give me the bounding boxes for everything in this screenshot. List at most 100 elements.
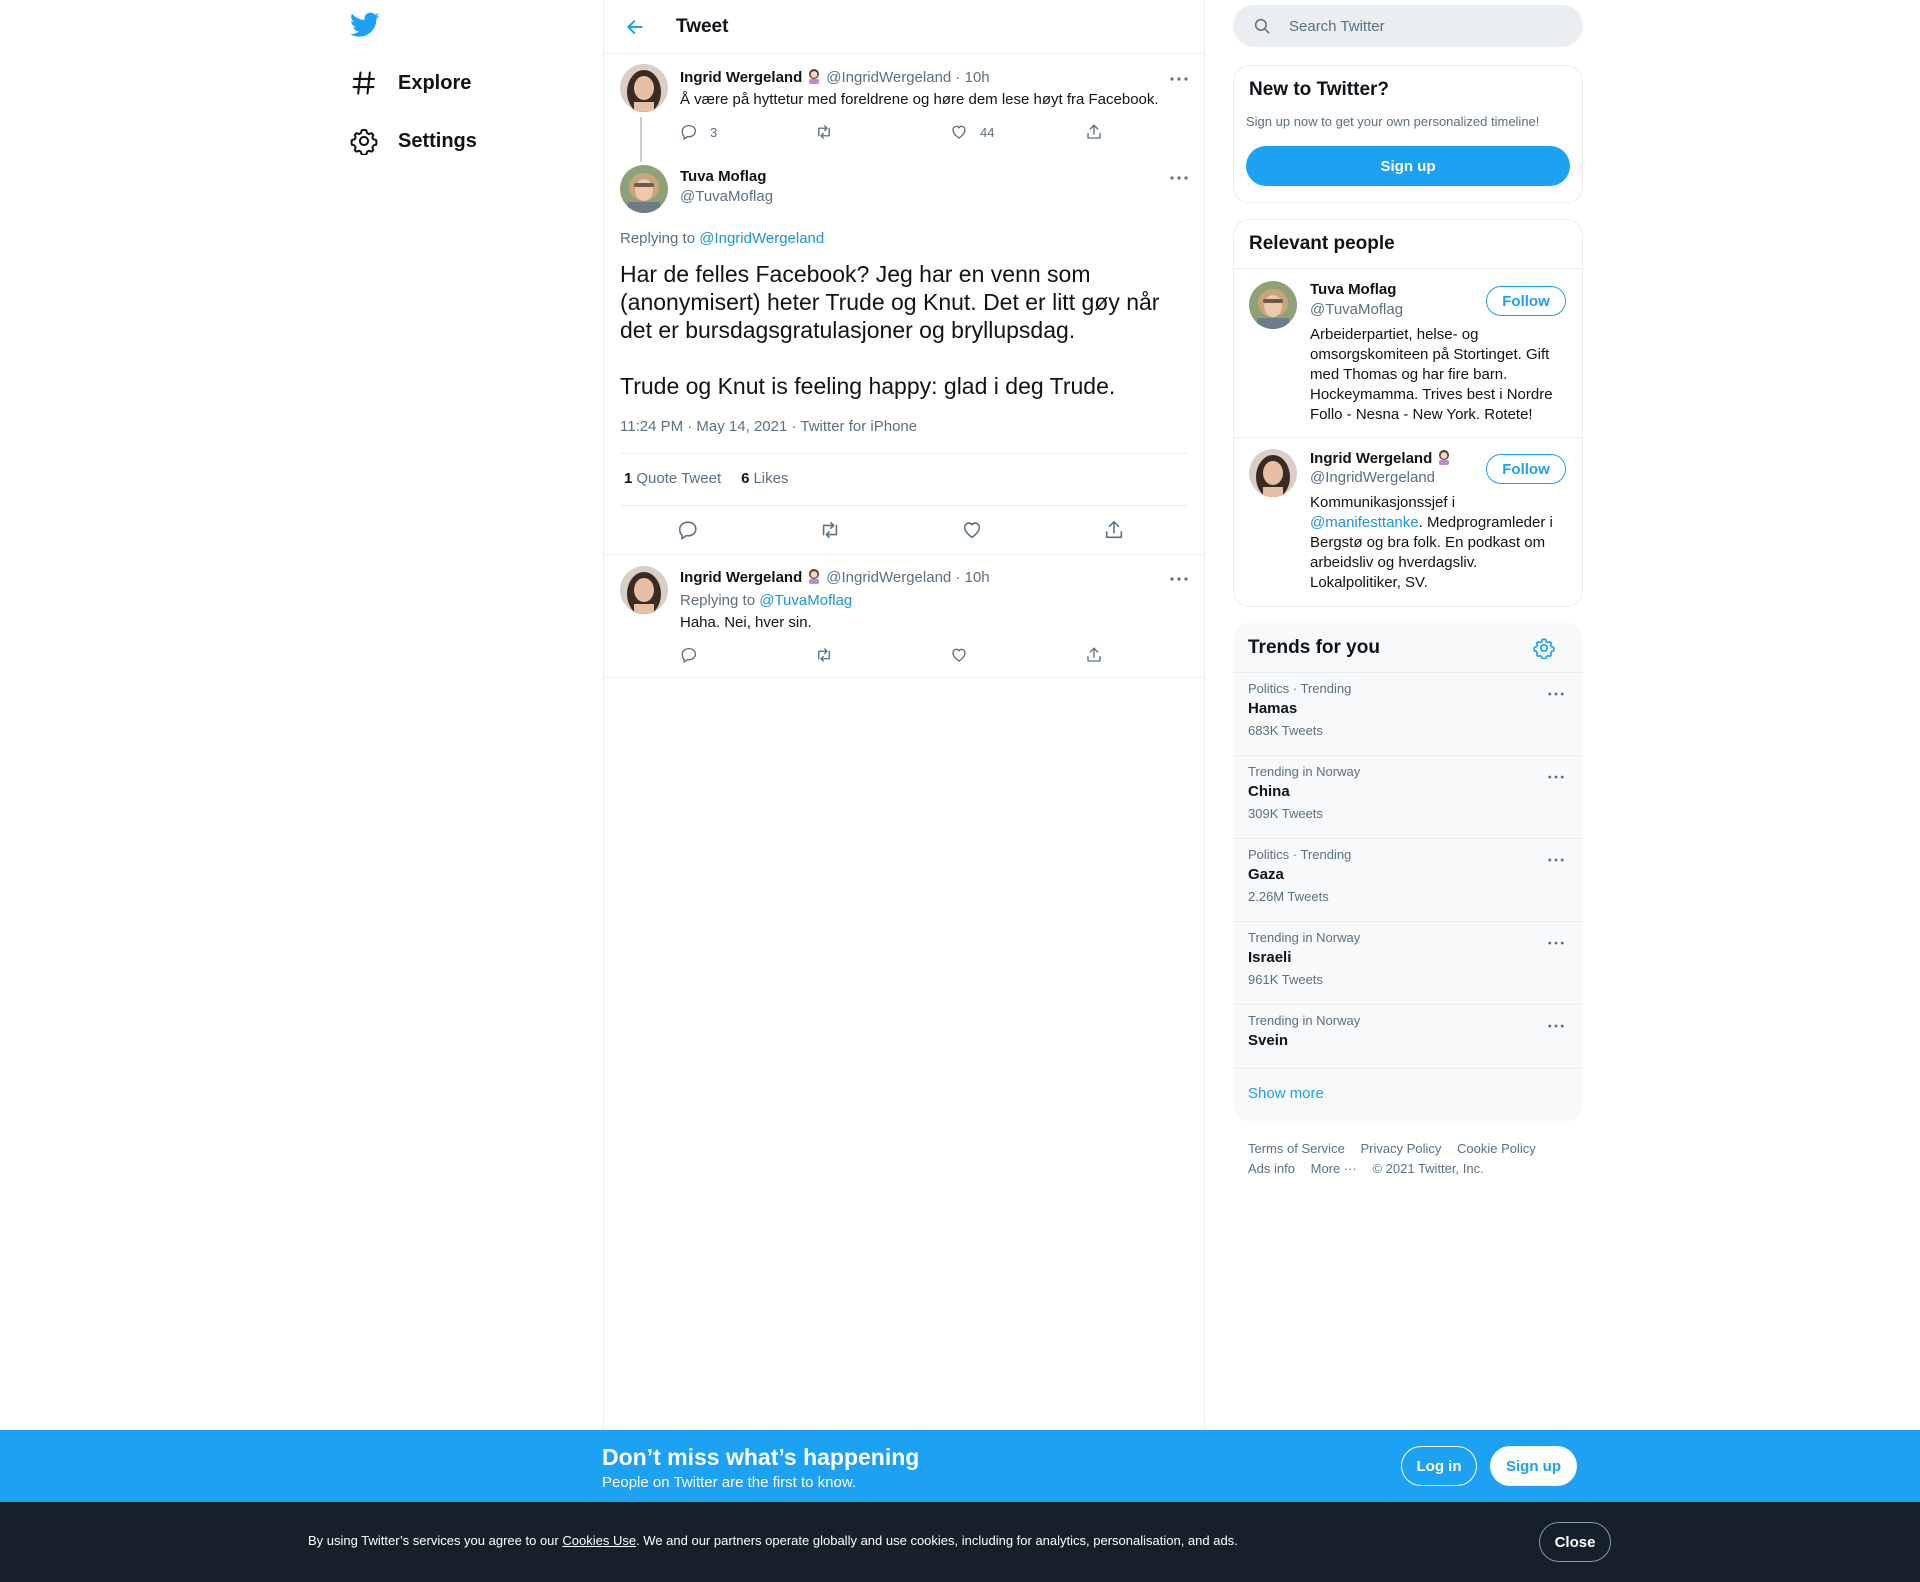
person-handle[interactable]: @TuvaMoflag [1310, 301, 1403, 318]
new-to-twitter-card: New to Twitter? Sign up now to get your … [1233, 65, 1583, 203]
share-button[interactable] [1085, 646, 1115, 664]
card-title: New to Twitter? [1249, 79, 1390, 100]
trend-more-button[interactable] [1543, 1017, 1569, 1035]
more-options-button[interactable] [1166, 70, 1192, 88]
retweet-button[interactable] [819, 519, 841, 541]
reply-icon [678, 521, 697, 540]
login-button[interactable]: Log in [1401, 1446, 1477, 1486]
trend-item[interactable]: Politics · Trending Hamas 683K Tweets [1233, 673, 1583, 756]
like-button[interactable] [961, 519, 983, 541]
trend-item[interactable]: Politics · Trending Gaza 2.26M Tweets [1233, 839, 1583, 922]
footer-link-more[interactable]: More ··· [1311, 1161, 1357, 1176]
trends-settings-button[interactable] [1533, 637, 1555, 659]
retweet-button[interactable] [815, 646, 845, 664]
person-card[interactable]: Ingrid Wergeland @IngridWergeland Follow… [1234, 438, 1582, 606]
divider [620, 505, 1188, 506]
footer-link-cookie[interactable]: Cookie Policy [1457, 1141, 1536, 1156]
tweet-time[interactable]: · 10h [955, 569, 989, 586]
footer-link-terms[interactable]: Terms of Service [1248, 1141, 1345, 1156]
author-name[interactable]: Ingrid Wergeland [680, 69, 802, 86]
share-button[interactable] [1085, 123, 1115, 141]
tweet-timestamp[interactable]: 11:24 PM · May 14, 2021 · Twitter for iP… [620, 418, 917, 435]
reply-button[interactable]: 3 [680, 123, 717, 141]
cookies-use-link[interactable]: Cookies Use [562, 1533, 636, 1548]
person-name[interactable]: Ingrid Wergeland [1310, 450, 1432, 467]
bio-mention-link[interactable]: @manifesttanke [1310, 514, 1419, 531]
search-input[interactable] [1287, 16, 1551, 36]
avatar-ingrid[interactable] [620, 64, 668, 112]
trend-item[interactable]: Trending in Norway China 309K Tweets [1233, 756, 1583, 839]
footer-link-ads[interactable]: Ads info [1248, 1161, 1295, 1176]
retweet-icon [818, 648, 830, 662]
search-box[interactable] [1233, 5, 1583, 47]
nav-label-settings: Settings [398, 129, 477, 152]
avatar-ingrid[interactable] [1249, 449, 1297, 497]
likes-link[interactable]: 6 Likes [741, 470, 788, 487]
retweet-button[interactable] [815, 123, 845, 141]
parent-tweet[interactable]: Ingrid Wergeland @IngridWergeland · 10h Å… [604, 54, 1204, 164]
sidebar-signup-button[interactable]: Sign up [1246, 146, 1570, 186]
like-button[interactable]: 44 [950, 123, 994, 141]
trends-card: Trends for you Politics · Trending Hamas… [1233, 623, 1583, 1121]
bio-text: Kommunikasjonssjef i [1310, 494, 1456, 511]
quote-tweets-link[interactable]: 1 Quote Tweet [624, 470, 721, 487]
more-options-button[interactable] [1166, 570, 1192, 588]
nav-item-explore[interactable]: Explore [350, 63, 471, 103]
replying-to-link[interactable]: @TuvaMoflag [759, 592, 852, 609]
gear-icon [1533, 638, 1555, 659]
trend-item[interactable]: Trending in Norway Svein [1233, 1005, 1583, 1069]
reply-tweet[interactable]: Ingrid Wergeland @IngridWergeland · 10h R… [604, 555, 1204, 677]
author-handle[interactable]: @TuvaMoflag [680, 188, 773, 205]
trend-more-button[interactable] [1543, 685, 1569, 703]
more-options-button[interactable] [1166, 169, 1192, 187]
more-dots-icon [1548, 1024, 1564, 1028]
cookie-text: By using Twitter’s services you agree to… [308, 1533, 1238, 1548]
avatar-ingrid[interactable] [620, 566, 668, 614]
heart-icon [952, 648, 966, 662]
avatar-tuva[interactable] [620, 165, 668, 213]
footer-link-privacy[interactable]: Privacy Policy [1360, 1141, 1441, 1156]
card-subtitle: Sign up now to get your own personalized… [1246, 114, 1540, 129]
share-button[interactable] [1103, 519, 1125, 541]
page-header: Tweet [604, 0, 1204, 54]
tweet-text-paragraph: Trude og Knut is feeling happy: glad i d… [620, 373, 1116, 399]
trend-item[interactable]: Trending in Norway Israeli 961K Tweets [1233, 922, 1583, 1005]
woman-emoji-icon [809, 569, 820, 584]
back-button[interactable] [620, 12, 650, 42]
nav-item-settings[interactable]: Settings [350, 121, 477, 161]
like-count: 44 [980, 124, 995, 140]
more-dots-icon [1548, 858, 1564, 862]
author-name[interactable]: Ingrid Wergeland [680, 569, 802, 586]
author-handle[interactable]: @IngridWergeland [826, 569, 951, 586]
cookie-close-button[interactable]: Close [1539, 1522, 1611, 1562]
person-name[interactable]: Tuva Moflag [1310, 281, 1396, 298]
reply-icon [681, 647, 697, 664]
reply-button[interactable] [680, 646, 710, 664]
tweet-time[interactable]: · 10h [955, 69, 989, 86]
author-handle[interactable]: @IngridWergeland [826, 69, 951, 86]
avatar-tuva[interactable] [1249, 281, 1297, 329]
replying-to-link[interactable]: @IngridWergeland [699, 230, 824, 247]
person-handle[interactable]: @IngridWergeland [1310, 469, 1435, 486]
trend-more-button[interactable] [1543, 934, 1569, 952]
footer-links: Terms of Service Privacy Policy Cookie P… [1248, 1139, 1578, 1179]
signup-button[interactable]: Sign up [1490, 1446, 1577, 1486]
twitter-logo-icon[interactable] [350, 12, 380, 38]
show-more-link[interactable]: Show more [1248, 1085, 1324, 1102]
reply-button[interactable] [677, 519, 699, 541]
trend-more-button[interactable] [1543, 768, 1569, 786]
person-bio: Arbeiderpartiet, helse- og omsorgskomite… [1310, 326, 1553, 423]
divider [604, 677, 1204, 678]
follow-button[interactable]: Follow [1486, 454, 1566, 484]
follow-button[interactable]: Follow [1486, 286, 1566, 316]
tweet-text: Å være på hyttetur med foreldrene og hør… [680, 91, 1159, 108]
author-name[interactable]: Tuva Moflag [680, 168, 766, 185]
person-card[interactable]: Tuva Moflag @TuvaMoflag Follow Arbeiderp… [1234, 269, 1582, 437]
divider [620, 453, 1188, 454]
prompt-title: Don’t miss what’s happening [602, 1444, 920, 1470]
trend-more-button[interactable] [1543, 851, 1569, 869]
more-dots-icon [1548, 692, 1564, 696]
like-button[interactable] [950, 646, 980, 664]
retweet-icon [822, 521, 838, 539]
focal-tweet: Tuva Moflag @TuvaMoflag Replying to @Ing… [604, 164, 1204, 554]
